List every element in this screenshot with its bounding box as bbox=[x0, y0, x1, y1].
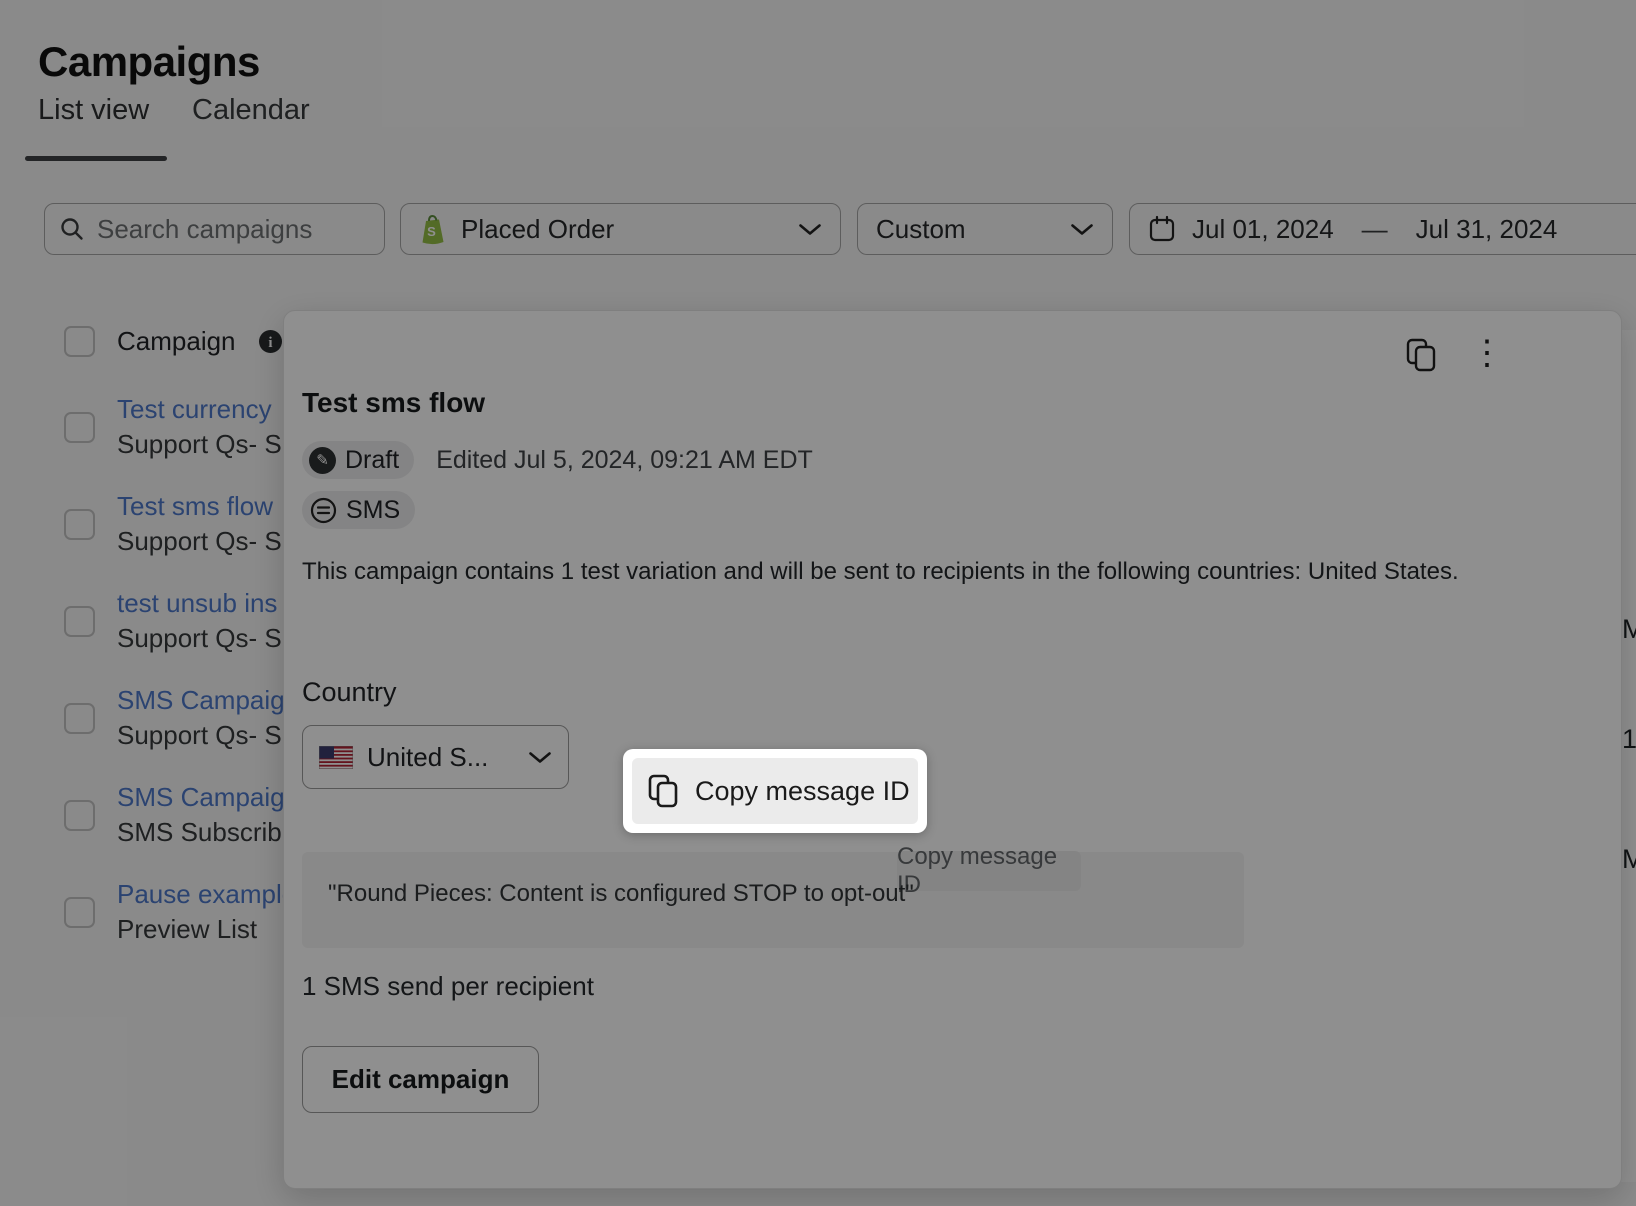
copy-message-id-label: Copy message ID bbox=[695, 776, 910, 807]
dim-overlay bbox=[0, 0, 1636, 1206]
copy-message-id-button[interactable]: Copy message ID bbox=[632, 758, 918, 824]
copy-icon bbox=[647, 774, 680, 809]
highlight-halo: Copy message ID bbox=[623, 749, 927, 833]
